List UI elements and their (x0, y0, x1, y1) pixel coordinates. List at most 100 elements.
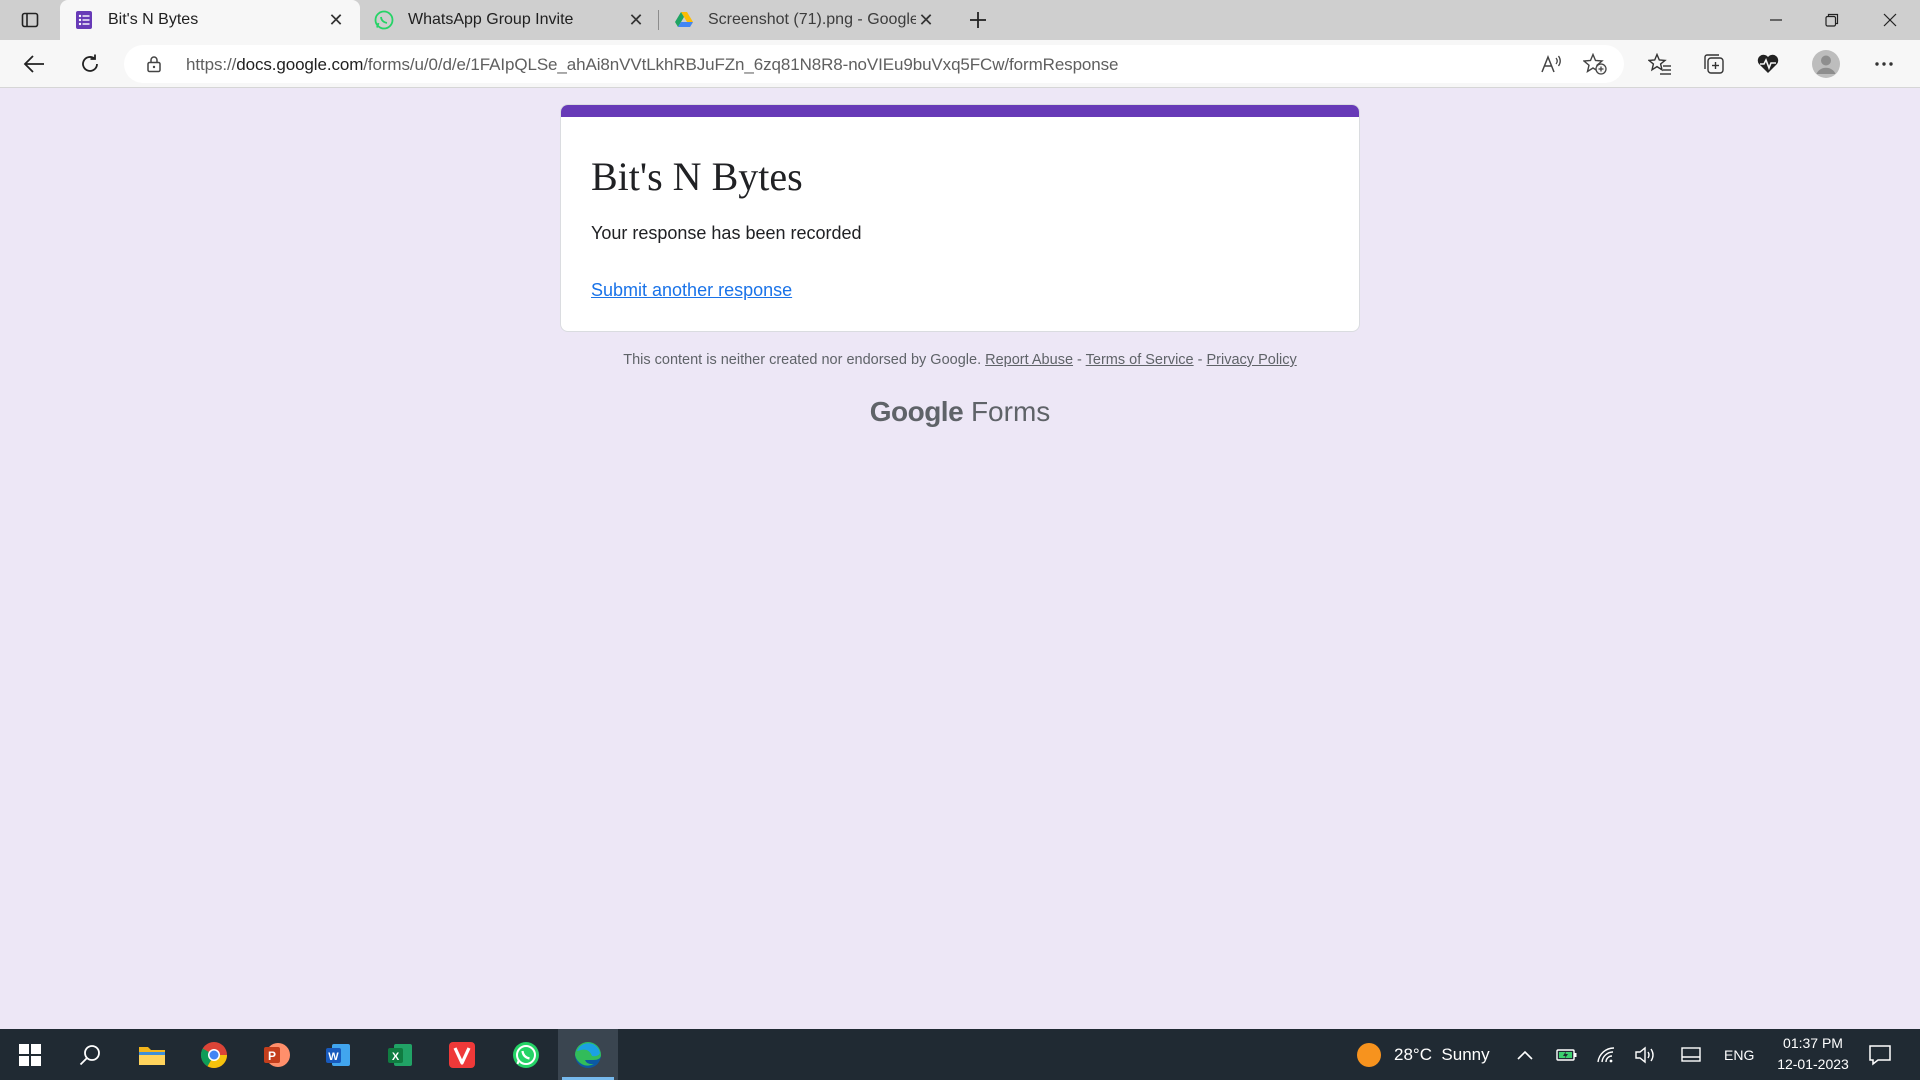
minimize-icon (1770, 19, 1782, 21)
show-hidden-icons-button[interactable] (1516, 1029, 1534, 1080)
notifications-button[interactable] (1868, 1029, 1892, 1080)
taskbar-file-explorer[interactable] (122, 1029, 182, 1080)
confirmation-message: Your response has been recorded (591, 223, 862, 243)
language-text: ENG (1724, 1046, 1755, 1063)
url-path: /forms/u/0/d/e/1FAIpQLSe_ahAi8nVVtLkhRBJ… (363, 55, 1119, 74)
whatsapp-icon (374, 10, 394, 30)
speaker-icon (1635, 1046, 1654, 1063)
taskbar-chrome[interactable] (184, 1029, 244, 1080)
tab-separator (658, 10, 659, 30)
browser-essentials-button[interactable] (1750, 46, 1786, 82)
tab-title: WhatsApp Group Invite (408, 11, 574, 28)
disclaimer-text: This content is neither created nor endo… (623, 352, 982, 368)
tab-close-button[interactable]: ✕ (626, 10, 646, 30)
collections-button[interactable] (1696, 46, 1732, 82)
monitor-icon (1681, 1046, 1701, 1062)
url-prefix: https:// (186, 55, 237, 74)
volume-indicator[interactable] (1634, 1029, 1656, 1080)
chrome-icon (200, 1041, 228, 1068)
add-favorite-button[interactable] (1580, 49, 1610, 79)
svg-text:X: X (392, 1051, 400, 1063)
back-button[interactable] (16, 46, 52, 82)
google-drive-icon (674, 10, 694, 30)
submit-another-response-link[interactable]: Submit another response (591, 280, 792, 301)
terms-of-service-link[interactable]: Terms of Service (1086, 352, 1194, 368)
tab-strip: Bit's N Bytes ✕ WhatsApp Group Invite ✕ … (0, 0, 1920, 40)
lock-icon (146, 55, 162, 78)
address-bar[interactable]: https://docs.google.com/forms/u/0/d/e/1F… (124, 45, 1624, 83)
more-dots-icon (1875, 62, 1893, 66)
form-response-card: Bit's N Bytes Your response has been rec… (560, 104, 1360, 332)
tab-close-button[interactable]: ✕ (326, 10, 346, 30)
collections-icon (1704, 54, 1724, 74)
start-button[interactable] (0, 1029, 60, 1080)
tab-bits-n-bytes[interactable]: Bit's N Bytes ✕ (60, 0, 360, 40)
restore-button[interactable] (1804, 0, 1860, 40)
language-indicator[interactable]: ENG (1724, 1029, 1754, 1080)
tab-actions-button[interactable] (10, 4, 50, 36)
plus-icon (970, 12, 986, 28)
refresh-button[interactable] (72, 46, 108, 82)
taskbar-vivaldi[interactable] (432, 1029, 492, 1080)
form-accent-bar (561, 105, 1359, 117)
vivaldi-icon (449, 1041, 475, 1068)
taskbar-search-button[interactable] (60, 1029, 120, 1080)
taskbar-powerpoint[interactable]: P (246, 1029, 306, 1080)
more-menu-button[interactable] (1866, 46, 1902, 82)
google-forms-icon (74, 10, 94, 30)
profile-button[interactable] (1808, 46, 1844, 82)
heart-pulse-icon (1757, 54, 1779, 73)
favorites-list-icon (1648, 53, 1671, 75)
word-icon: W (326, 1043, 350, 1066)
read-aloud-button[interactable] (1536, 49, 1566, 79)
tab-google-drive-screenshot[interactable]: Screenshot (71).png - Google Dri ✕ (660, 0, 950, 40)
sun-icon (1357, 1042, 1381, 1067)
taskbar: P W X 28°C Sunny ENG 01:37 PM 12-01-2023 (0, 1029, 1920, 1080)
powerpoint-icon: P (264, 1042, 290, 1067)
close-window-button[interactable] (1862, 0, 1918, 40)
battery-indicator[interactable] (1556, 1029, 1578, 1080)
google-wordmark: Google (869, 396, 964, 427)
taskbar-whatsapp[interactable] (496, 1029, 556, 1080)
browser-toolbar: https://docs.google.com/forms/u/0/d/e/1F… (0, 40, 1920, 88)
footer-disclaimer: This content is neither created nor endo… (560, 352, 1360, 368)
display-indicator[interactable] (1680, 1029, 1702, 1080)
taskbar-word[interactable]: W (308, 1029, 368, 1080)
system-clock[interactable]: 01:37 PM 12-01-2023 (1758, 1033, 1868, 1075)
weather-widget[interactable]: 28°C Sunny (1356, 1029, 1490, 1080)
footer-separator: - (1073, 352, 1086, 368)
battery-charging-icon (1556, 1048, 1577, 1061)
taskbar-edge[interactable] (558, 1029, 618, 1080)
url-text: https://docs.google.com/forms/u/0/d/e/1F… (186, 55, 1118, 75)
tab-close-button[interactable]: ✕ (916, 10, 936, 30)
minimize-button[interactable] (1748, 0, 1804, 40)
form-title: Bit's N Bytes (591, 154, 803, 199)
svg-text:W: W (328, 1051, 339, 1063)
new-tab-button[interactable] (960, 4, 996, 36)
tab-whatsapp-group-invite[interactable]: WhatsApp Group Invite ✕ (360, 0, 660, 40)
folder-icon (139, 1046, 165, 1065)
back-arrow-icon (23, 55, 44, 73)
windows-logo-icon (19, 1043, 41, 1066)
refresh-icon (82, 54, 98, 72)
network-indicator[interactable] (1596, 1029, 1616, 1080)
read-aloud-icon (1541, 54, 1561, 73)
favorites-button[interactable] (1642, 46, 1678, 82)
url-host: docs.google.com (236, 55, 364, 74)
star-add-icon (1583, 53, 1607, 75)
search-icon (79, 1044, 100, 1065)
wifi-icon (1597, 1046, 1615, 1062)
close-icon (1883, 13, 1897, 27)
tab-actions-icon (21, 12, 39, 28)
whatsapp-icon (513, 1041, 539, 1068)
chevron-up-icon (1517, 1050, 1533, 1060)
google-forms-logo[interactable]: Google Forms (560, 396, 1360, 428)
forms-wordmark: Forms (970, 396, 1051, 427)
taskbar-excel[interactable]: X (370, 1029, 430, 1080)
report-abuse-link[interactable]: Report Abuse (985, 352, 1073, 368)
restore-icon (1825, 13, 1839, 27)
privacy-policy-link[interactable]: Privacy Policy (1207, 352, 1297, 368)
tab-title: Bit's N Bytes (108, 11, 199, 28)
clock-time: 01:37 PM (1783, 1035, 1843, 1051)
footer-separator: - (1193, 352, 1207, 368)
